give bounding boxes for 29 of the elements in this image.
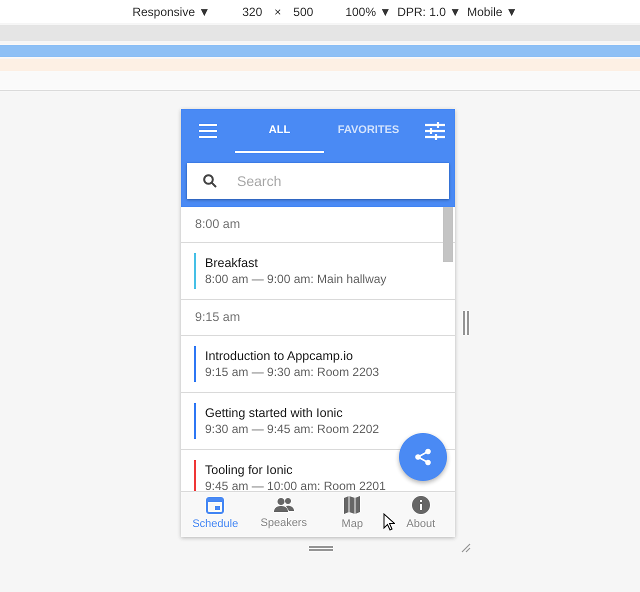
search-icon [203,174,217,188]
share-button[interactable] [399,433,447,481]
mode-dropdown[interactable]: Mobile ▼ [467,2,518,20]
resize-corner-icon[interactable] [461,543,471,553]
session-details: 9:15 am — 9:30 am: Room 2203 [205,364,380,380]
mouse-pointer-icon [383,513,395,531]
info-icon [412,496,430,514]
session-title[interactable]: Getting started with Ionic [205,405,380,421]
people-icon [272,497,295,514]
session-details: 9:45 am — 10:00 am: Room 2201 [205,478,386,491]
share-icon [414,448,432,466]
dpr-dropdown[interactable]: DPR: 1.0 ▼ [397,2,462,20]
calendar-icon [206,496,224,514]
time-divider: 9:15 am [181,300,455,336]
times-sign: × [274,4,282,20]
menu-icon[interactable] [199,124,217,138]
device-dropdown[interactable]: Responsive ▼ [132,2,210,20]
session-title[interactable]: Introduction to Appcamp.io [205,348,380,364]
resize-handle[interactable] [309,546,333,550]
map-icon [344,496,360,514]
session-details: 8:00 am — 9:00 am: Main hallway [205,271,386,287]
scrollbar[interactable] [443,207,453,262]
session-details: 9:30 am — 9:45 am: Room 2202 [205,421,380,437]
session-title[interactable]: Tooling for Ionic [205,462,386,478]
search-field[interactable]: Search [187,163,449,199]
session-title[interactable]: Breakfast [205,255,386,271]
filter-icon[interactable] [425,122,445,140]
resize-handle[interactable] [463,311,469,335]
zoom-dropdown[interactable]: 100% ▼ [345,2,392,20]
